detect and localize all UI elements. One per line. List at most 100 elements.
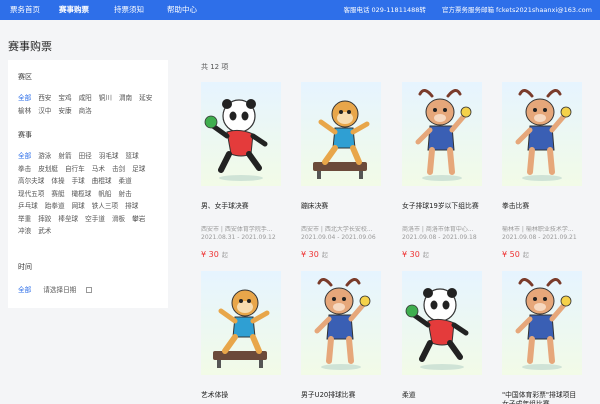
event-title[interactable]: "中国体育彩票"排球项目女子成年组比赛 xyxy=(502,391,582,404)
region-filter-option[interactable]: 延安 xyxy=(139,92,152,105)
event-filter-option[interactable]: 皮划艇 xyxy=(38,163,58,176)
result-count: 共 12 项 xyxy=(201,63,229,71)
event-filter-option[interactable]: 空手道 xyxy=(85,213,105,226)
event-card[interactable]: "中国体育彩票"排球项目女子成年组比赛 xyxy=(502,271,582,404)
nav-ticket-notice[interactable]: 持票须知 xyxy=(114,0,144,20)
filter-panel: 赛区 全部 西安 宝鸡 咸阳 铜川 渭南 延安榆林 汉中 安康 商洛 赛事 全部 游泳 射箭 田径 羽毛球… xyxy=(8,60,168,308)
event-filter-option[interactable]: 曲棍球 xyxy=(92,175,112,188)
event-venue: 商洛市 | 商洛市体育中心... xyxy=(402,226,474,233)
event-dates: 2021.09.04 - 2021.09.06 xyxy=(301,234,376,241)
price-unit: 起 xyxy=(422,252,429,259)
event-mascot-image[interactable] xyxy=(502,82,582,186)
event-filter-option[interactable]: 橄榄球 xyxy=(72,188,92,201)
event-price: ¥ 30 起 xyxy=(201,250,281,259)
event-price: ¥ 30 起 xyxy=(402,250,482,259)
calendar-icon[interactable] xyxy=(86,287,93,293)
event-mascot-image[interactable] xyxy=(502,271,582,375)
price-value: ¥ 50 xyxy=(502,250,520,259)
event-mascot-image[interactable] xyxy=(402,82,482,186)
event-filter-option[interactable]: 马术 xyxy=(92,163,105,176)
event-title[interactable]: 女子排球19岁以下组比赛 xyxy=(402,202,482,211)
event-mascot-image[interactable] xyxy=(301,82,381,186)
event-venue: 榆林市 | 榆林职业技术学... xyxy=(502,226,574,233)
price-unit: 起 xyxy=(221,252,228,259)
date-picker-input[interactable]: 请选择日期 xyxy=(43,286,76,294)
event-filter-option[interactable]: 全部 xyxy=(18,150,31,163)
event-card[interactable]: 女子排球19岁以下组比赛 商洛市 | 商洛市体育中心... 2021.09.08 -… xyxy=(402,82,482,259)
event-price: ¥ 30 起 xyxy=(301,250,381,259)
event-filter-option[interactable]: 击剑 xyxy=(112,163,125,176)
event-filter-options: 全部 游泳 射箭 田径 羽毛球 篮球拳击 皮划艇 自行车 马术 击剑 足球高尔夫球 体操 手球 曲棍球 柔道… xyxy=(18,150,164,238)
region-filter-option[interactable]: 安康 xyxy=(58,105,71,118)
region-filter-option[interactable]: 咸阳 xyxy=(79,92,92,105)
event-mascot-image[interactable] xyxy=(301,271,381,375)
event-filter-option[interactable]: 柔道 xyxy=(119,175,132,188)
region-filter-option[interactable]: 汉中 xyxy=(38,105,51,118)
event-card[interactable]: 男、女手球决赛西安市 | 西安体育学院手... 2021.08.31 - 2021… xyxy=(201,82,281,259)
event-mascot-image[interactable] xyxy=(201,82,281,186)
event-card[interactable]: 拳击比赛榆林市 | 榆林职业技术学... 2021.09.08 - 2021.09… xyxy=(502,82,582,259)
event-filter-option[interactable]: 棒垒球 xyxy=(58,213,78,226)
event-filter-option[interactable]: 射击 xyxy=(119,188,132,201)
event-filter-option[interactable]: 武术 xyxy=(38,225,51,238)
event-dates: 2021.09.08 - 2021.09.18 xyxy=(402,234,477,241)
event-filter-option[interactable]: 篮球 xyxy=(126,150,139,163)
nav-home[interactable]: 票务首页 xyxy=(10,0,40,20)
hotline-text: 客服电话 029-11811488转 xyxy=(343,6,426,14)
price-unit: 起 xyxy=(522,252,529,259)
event-filter-option[interactable]: 高尔夫球 xyxy=(18,175,44,188)
region-filter-option[interactable]: 全部 xyxy=(18,92,31,105)
event-card[interactable]: 艺术体操 xyxy=(201,271,281,400)
event-filter-option[interactable]: 自行车 xyxy=(65,163,85,176)
region-filter-option[interactable]: 西安 xyxy=(38,92,51,105)
event-venue-dates: 榆林市 | 榆林职业技术学... 2021.09.08 - 2021.09.21 xyxy=(502,226,582,242)
event-title[interactable]: 艺术体操 xyxy=(201,391,281,400)
event-filter-option[interactable]: 游泳 xyxy=(38,150,51,163)
event-filter-option[interactable]: 铁人三项 xyxy=(92,200,118,213)
region-filter-option[interactable]: 渭南 xyxy=(119,92,132,105)
event-filter-option[interactable]: 乒乓球 xyxy=(18,200,38,213)
event-title[interactable]: 蹦床决赛 xyxy=(301,202,381,211)
price-unit: 起 xyxy=(321,252,328,259)
event-filter-option[interactable]: 羽毛球 xyxy=(99,150,119,163)
top-navbar: 票务首页 赛事购票 持票须知 帮助中心 客服电话 029-11811488转 官… xyxy=(0,0,600,20)
region-filter-option[interactable]: 铜川 xyxy=(99,92,112,105)
event-filter-option[interactable]: 体操 xyxy=(51,175,64,188)
price-value: ¥ 30 xyxy=(201,250,219,259)
page-title: 赛事购票 xyxy=(8,40,52,53)
event-dates: 2021.09.08 - 2021.09.21 xyxy=(502,234,577,241)
event-filter-option[interactable]: 攀岩 xyxy=(132,213,145,226)
event-filter-option[interactable]: 赛艇 xyxy=(51,188,64,201)
region-filter-option[interactable]: 榆林 xyxy=(18,105,31,118)
event-filter-option[interactable]: 摔跤 xyxy=(38,213,51,226)
region-filter-option[interactable]: 商洛 xyxy=(79,105,92,118)
event-filter-option[interactable]: 射箭 xyxy=(58,150,71,163)
time-filter-all[interactable]: 全部 xyxy=(18,286,31,294)
event-mascot-image[interactable] xyxy=(201,271,281,375)
nav-help-center[interactable]: 帮助中心 xyxy=(167,0,197,20)
event-title[interactable]: 柔道 xyxy=(402,391,482,400)
event-title[interactable]: 男子U20排球比赛 xyxy=(301,391,381,400)
event-filter-option[interactable]: 足球 xyxy=(132,163,145,176)
event-mascot-image[interactable] xyxy=(402,271,482,375)
event-title[interactable]: 拳击比赛 xyxy=(502,202,582,211)
event-filter-option[interactable]: 拳击 xyxy=(18,163,31,176)
event-title[interactable]: 男、女手球决赛 xyxy=(201,202,281,211)
event-filter-option[interactable]: 排球 xyxy=(125,200,138,213)
event-card[interactable]: 蹦床决赛 西安市 | 西北大学长安校... 2021.09.04 - 2021.09… xyxy=(301,82,381,259)
event-venue-dates: 西安市 | 西安体育学院手... 2021.08.31 - 2021.09.12 xyxy=(201,226,281,242)
event-filter-option[interactable]: 帆船 xyxy=(98,188,111,201)
event-filter-option[interactable]: 网球 xyxy=(72,200,85,213)
event-filter-option[interactable]: 举重 xyxy=(18,213,31,226)
event-filter-option[interactable]: 跆拳道 xyxy=(45,200,65,213)
region-filter-option[interactable]: 宝鸡 xyxy=(58,92,71,105)
event-card[interactable]: 男子U20排球比赛 xyxy=(301,271,381,400)
event-filter-option[interactable]: 现代五项 xyxy=(18,188,44,201)
event-filter-option[interactable]: 田径 xyxy=(79,150,92,163)
event-filter-option[interactable]: 冲浪 xyxy=(18,225,31,238)
email-text: 官方票务服务邮箱 fckets2021shaanxi@163.com xyxy=(441,6,592,14)
event-card[interactable]: 柔道 xyxy=(402,271,482,400)
event-filter-option[interactable]: 手球 xyxy=(72,175,85,188)
event-filter-option[interactable]: 滑板 xyxy=(112,213,125,226)
nav-ticket-purchase[interactable]: 赛事购票 xyxy=(59,0,89,20)
